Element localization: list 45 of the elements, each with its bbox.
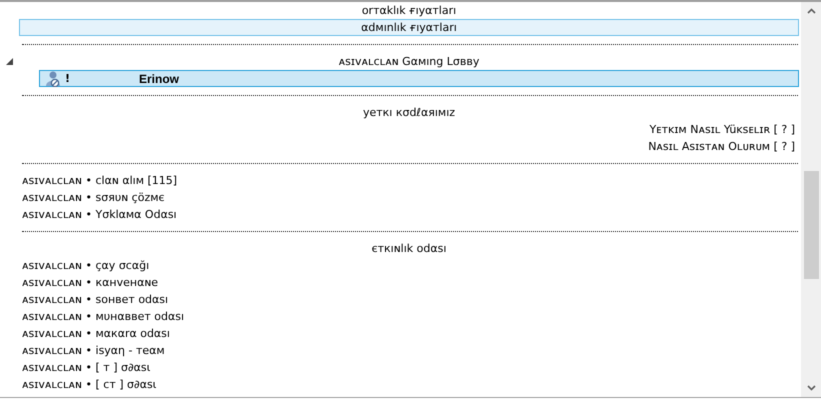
channel-name: ᴀsɪᴠᴀʟᴄʟᴀɴ • Yσklαмα Odαsı [22, 208, 177, 221]
channel-row[interactable]: ᴀsɪᴠᴀʟᴄʟᴀɴ • мυнαввeт odαsı [19, 308, 799, 325]
client-row[interactable]: ! Erinow [39, 70, 799, 87]
channel-name: ᴀsɪᴠᴀʟᴄʟᴀɴ • мυнαввeт odαsı [22, 310, 184, 323]
channel-name: Nᴀsɪʟ Asɪsᴛᴀɴ Oʟᴜʀᴜᴍ [ ? ] [648, 140, 795, 153]
scroll-down-icon[interactable] [806, 385, 816, 391]
channel-name: ᴀsɪᴠᴀʟᴄʟᴀɴ • isyαη - тeαм [22, 344, 165, 357]
expand-arrow-icon[interactable] [6, 58, 13, 65]
channel-name: ᴀsɪᴠᴀʟᴄʟᴀɴ • clαɴ αlıм [115] [22, 174, 178, 187]
channel-name: Yᴇᴛᴋɪᴍ Nᴀsɪʟ Yüᴋsᴇʟɪʀ [ ? ] [649, 123, 795, 136]
channel-row[interactable]: ᴀsɪᴠᴀʟᴄʟᴀɴ • sσяυɴ çözмє [19, 189, 799, 206]
channel-name: ᴀsɪᴠᴀʟᴄʟᴀɴ Gαмıng Lσвву [338, 55, 480, 68]
client-status: ! [65, 72, 72, 85]
channel-name: єткıɴlık odαsı [372, 242, 446, 255]
channel-row[interactable]: ᴀsɪᴠᴀʟᴄʟᴀɴ • çαy σcαğı [19, 257, 799, 274]
channel-row[interactable]: ᴀsɪᴠᴀʟᴄʟᴀɴ • [ т ] σ∂αsι [19, 359, 799, 376]
channel-name: ᴀsɪᴠᴀʟᴄʟᴀɴ • sσяυɴ çözмє [22, 191, 165, 204]
channel-row[interactable]: ᴀsɪᴠᴀʟᴄʟᴀɴ • [ ст ] σ∂αsι [19, 376, 799, 393]
channel-name: yeткı кσdℓαяıмız [362, 106, 456, 119]
channel-name: αdмınlık ғıyαтları [361, 21, 457, 34]
channel-row[interactable]: ᴀsɪᴠᴀʟᴄʟᴀɴ Gαмıng Lσвву [19, 53, 799, 70]
scrollbar[interactable] [801, 2, 821, 397]
channel-row[interactable]: ᴀsɪᴠᴀʟᴄʟᴀɴ • кαнveнαɴe [19, 274, 799, 291]
channel-row[interactable]: ᴀsɪᴠᴀʟᴄʟᴀɴ • Yσklαмα Odαsı [19, 206, 799, 223]
channel-row[interactable]: ᴀsɪᴠᴀʟᴄʟᴀɴ • sонвeт odαsı [19, 291, 799, 308]
channel-row[interactable]: Yᴇᴛᴋɪᴍ Nᴀsɪʟ Yüᴋsᴇʟɪʀ [ ? ] [19, 121, 799, 138]
channel-name: ᴀsɪᴠᴀʟᴄʟᴀɴ • мαкαrα odαsı [22, 327, 170, 340]
user-muted-icon [43, 70, 61, 86]
scrollbar-thumb[interactable] [804, 171, 818, 279]
channel-name: ᴀsɪᴠᴀʟᴄʟᴀɴ • [ ст ] σ∂αsι [22, 378, 156, 391]
channel-row[interactable]: orтαklık ғıyαтları [19, 2, 799, 19]
channel-name: ᴀsɪᴠᴀʟᴄʟᴀɴ • [ т ] σ∂αsι [22, 361, 150, 374]
channel-row[interactable]: yeткı кσdℓαяıмız [19, 104, 799, 121]
channel-row[interactable]: ᴀsɪᴠᴀʟᴄʟᴀɴ • isyαη - тeαм [19, 342, 799, 359]
scroll-up-icon[interactable] [806, 8, 816, 14]
channel-name: ᴀsɪᴠᴀʟᴄʟᴀɴ • кαнveнαɴe [22, 276, 158, 289]
channel-row[interactable]: ᴀsɪᴠᴀʟᴄʟᴀɴ • clαɴ αlıм [115] [19, 172, 799, 189]
channel-name: ᴀsɪᴠᴀʟᴄʟᴀɴ • çαy σcαğı [22, 259, 150, 272]
channel-row[interactable]: ᴀsɪᴠᴀʟᴄʟᴀɴ • мαкαrα odαsı [19, 325, 799, 342]
channel-row[interactable]: αdмınlık ғıyαтları [19, 19, 799, 36]
channel-name: ᴀsɪᴠᴀʟᴄʟᴀɴ • sонвeт odαsı [22, 293, 168, 306]
channel-row[interactable]: Nᴀsɪʟ Asɪsᴛᴀɴ Oʟᴜʀᴜᴍ [ ? ] [19, 138, 799, 155]
client-name: Erinow [139, 72, 180, 86]
channel-row[interactable]: єткıɴlık odαsı [19, 240, 799, 257]
channel-name: orтαklık ғıyαтları [362, 4, 456, 17]
